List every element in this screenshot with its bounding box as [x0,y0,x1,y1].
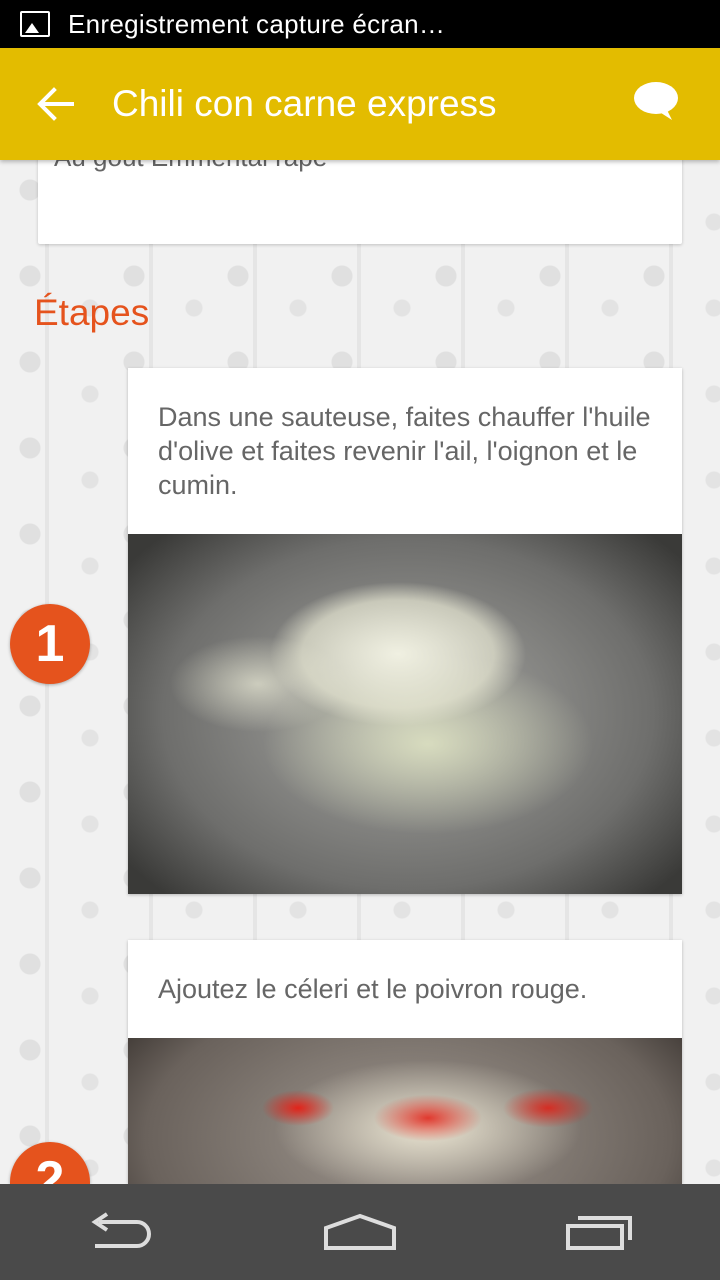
nav-back-icon [91,1212,151,1248]
nav-back-button[interactable] [70,1202,170,1262]
step-number-badge: 1 [10,604,90,684]
section-title-steps: Étapes [34,292,150,333]
status-bar: Enregistrement capture écran… [0,0,720,48]
comment-button[interactable] [632,80,680,128]
nav-home-icon [324,1213,396,1250]
system-nav-bar [0,1184,720,1280]
comment-icon [634,82,678,120]
arrow-back-icon [37,87,74,121]
app-bar: Chili con carne express [0,48,720,160]
step-photo [128,1038,682,1184]
nav-recents-button[interactable] [550,1202,650,1262]
nav-home-button[interactable] [310,1202,410,1262]
nav-recents-icon [566,1216,632,1250]
step-card: Ajoutez le céleri et le poivron rouge. [128,940,682,1184]
step-text: Dans une sauteuse, faites chauffer l'hui… [158,402,651,500]
back-button[interactable] [28,74,88,134]
page-title: Chili con carne express [112,83,497,124]
step-text: Ajoutez le céleri et le poivron rouge. [158,974,588,1004]
step-photo [128,534,682,894]
notification-text: Enregistrement capture écran… [68,8,446,39]
image-icon [20,11,50,37]
step-card: Dans une sauteuse, faites chauffer l'hui… [128,368,682,894]
